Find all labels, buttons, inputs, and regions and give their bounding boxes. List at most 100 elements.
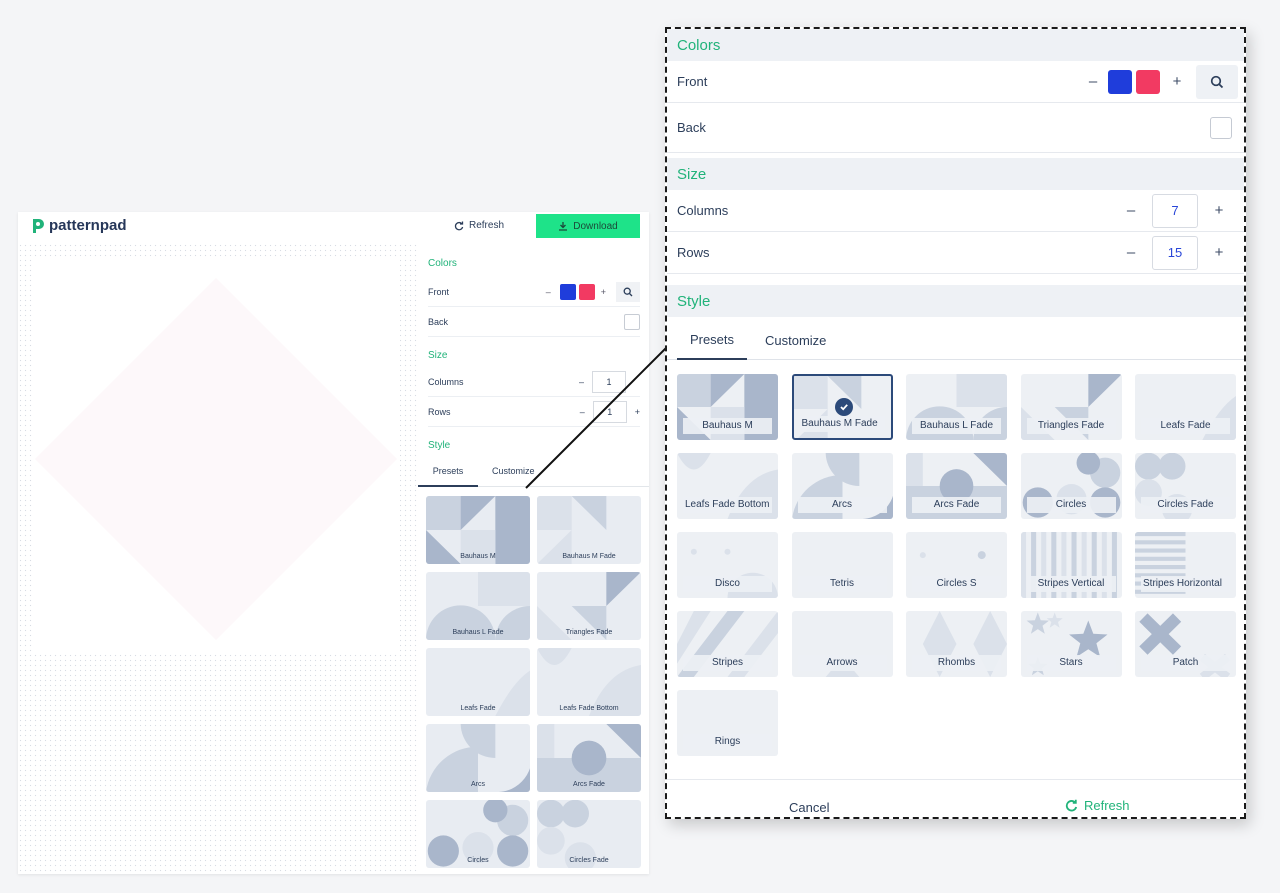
rows-input[interactable]: 15 (1152, 235, 1198, 270)
preset-tile[interactable]: Circles (426, 800, 530, 868)
preset-label: Bauhaus L Fade (912, 418, 1001, 434)
preset-tile[interactable]: Stripes Vertical (1020, 532, 1122, 598)
columns-decrement[interactable]: – (579, 377, 584, 387)
preset-tile[interactable]: Leafs Fade (1135, 374, 1236, 440)
preset-label: Bauhaus M Fade (562, 553, 616, 560)
front-color-blue[interactable] (1108, 69, 1132, 94)
preset-tile[interactable]: Leafs Fade Bottom (677, 453, 778, 519)
refresh-button[interactable]: Refresh (454, 220, 504, 231)
tab-presets[interactable]: Presets (677, 320, 747, 360)
back-color-swatch[interactable] (1210, 116, 1232, 139)
columns-row: Columns – 7 + (667, 190, 1244, 232)
preset-tile[interactable]: Disco (677, 532, 778, 598)
preset-tile[interactable]: Stars (1020, 611, 1122, 677)
columns-input[interactable]: 1 (592, 370, 626, 393)
search-button[interactable] (616, 281, 640, 302)
front-color-pink[interactable] (1136, 69, 1160, 94)
preset-label: Circles (467, 857, 489, 864)
preset-tile[interactable]: Stripes (677, 611, 778, 677)
preset-tile[interactable]: Circles (1020, 453, 1122, 519)
preset-label: Leafs Fade Bottom (683, 497, 772, 513)
rows-increment[interactable]: + (635, 407, 640, 417)
preset-label: Leafs Fade (1141, 418, 1230, 434)
preset-label: Circles Fade (1141, 497, 1230, 513)
preset-tile[interactable]: Circles Fade (537, 800, 641, 868)
front-remove-button[interactable]: – (546, 287, 551, 297)
front-add-button[interactable]: + (601, 287, 606, 297)
pattern-preview (32, 257, 400, 653)
preset-tile[interactable]: Circles Fade (1135, 453, 1236, 519)
preset-tile[interactable]: Bauhaus M Fade (537, 496, 641, 564)
rows-input[interactable]: 1 (592, 400, 627, 423)
download-button[interactable]: Download (536, 214, 640, 238)
preset-tile[interactable]: Bauhaus L Fade (426, 572, 530, 640)
search-button[interactable] (1196, 64, 1238, 99)
preset-tile[interactable]: Tetris (791, 532, 893, 598)
logo-text: patternpad (49, 217, 127, 234)
preset-label: Arcs (797, 497, 887, 513)
refresh-label: Refresh (1084, 798, 1130, 813)
preset-label: Bauhaus M (683, 418, 772, 434)
preset-tile[interactable]: Arcs (791, 453, 893, 519)
pattern-canvas (18, 243, 418, 874)
tab-customize[interactable]: Customize (492, 459, 535, 487)
columns-decrement[interactable]: – (1120, 202, 1142, 219)
preset-label: Disco (683, 576, 772, 592)
front-color-pink[interactable] (578, 283, 595, 300)
front-label: Front (677, 74, 708, 89)
style-heading: Style (428, 440, 451, 451)
back-color-row: Back (428, 307, 640, 337)
style-heading: Style (667, 285, 1244, 317)
preset-tile[interactable]: Rings (677, 690, 778, 756)
preset-tile[interactable]: Rhombs (906, 611, 1007, 677)
refresh-label: Refresh (469, 220, 505, 231)
front-color-row: Front – + (667, 61, 1244, 103)
preset-tile[interactable]: Bauhaus L Fade (906, 374, 1007, 440)
preset-tile[interactable]: Bauhaus M Fade (791, 374, 893, 440)
refresh-button[interactable]: Refresh (1065, 798, 1130, 813)
dialog-footer: Cancel Refresh (667, 779, 1244, 817)
preset-label: Stripes Vertical (1026, 576, 1116, 592)
logo[interactable]: patternpad (31, 217, 127, 234)
rows-increment[interactable]: + (1208, 244, 1230, 261)
preset-tile[interactable]: Arrows (791, 611, 893, 677)
zoomed-settings-dialog: Colors Front – + Back Size Columns – 7 +… (665, 27, 1246, 819)
download-icon (559, 222, 568, 231)
preset-tile[interactable]: Bauhaus M (677, 374, 778, 440)
search-icon (1210, 75, 1224, 88)
preset-tile[interactable]: Triangles Fade (537, 572, 641, 640)
columns-increment[interactable]: + (1208, 202, 1230, 219)
rows-decrement[interactable]: – (580, 407, 585, 417)
cancel-button[interactable]: Cancel (789, 800, 829, 815)
colors-heading: Colors (428, 258, 457, 269)
front-color-blue[interactable] (559, 283, 576, 300)
preset-tile[interactable]: Arcs Fade (906, 453, 1007, 519)
preset-label: Rings (683, 734, 772, 750)
back-color-swatch[interactable] (624, 313, 640, 330)
preset-tile[interactable]: Patch (1135, 611, 1236, 677)
preset-tile[interactable]: Leafs Fade Bottom (537, 648, 641, 716)
preset-label: Arcs (471, 781, 485, 788)
front-color-row: Front – + (428, 277, 640, 307)
preset-tile[interactable]: Triangles Fade (1020, 374, 1122, 440)
preset-tile[interactable]: Leafs Fade (426, 648, 530, 716)
preset-label: Arcs Fade (912, 497, 1001, 513)
preset-label: Stripes Horizontal (1141, 576, 1230, 592)
columns-input[interactable]: 7 (1152, 193, 1198, 228)
front-add-button[interactable]: + (1166, 73, 1188, 90)
back-label: Back (677, 120, 706, 135)
preset-grid: Bauhaus M Bauhaus M Fade Bauhaus L Fade Tri… (677, 374, 1237, 764)
front-remove-button[interactable]: – (1082, 73, 1104, 90)
tab-presets[interactable]: Presets (418, 459, 478, 487)
preset-label: Arrows (797, 655, 887, 671)
rows-decrement[interactable]: – (1120, 244, 1142, 261)
preset-tile[interactable]: Bauhaus M (426, 496, 530, 564)
preset-tile[interactable]: Arcs Fade (537, 724, 641, 792)
preset-label: Patch (1141, 655, 1230, 671)
preset-tile[interactable]: Stripes Horizontal (1135, 532, 1236, 598)
front-label: Front (428, 286, 450, 297)
preset-label: Circles (1026, 497, 1116, 513)
preset-tile[interactable]: Circles S (906, 532, 1007, 598)
tab-customize[interactable]: Customize (765, 320, 826, 360)
preset-tile[interactable]: Arcs (426, 724, 530, 792)
